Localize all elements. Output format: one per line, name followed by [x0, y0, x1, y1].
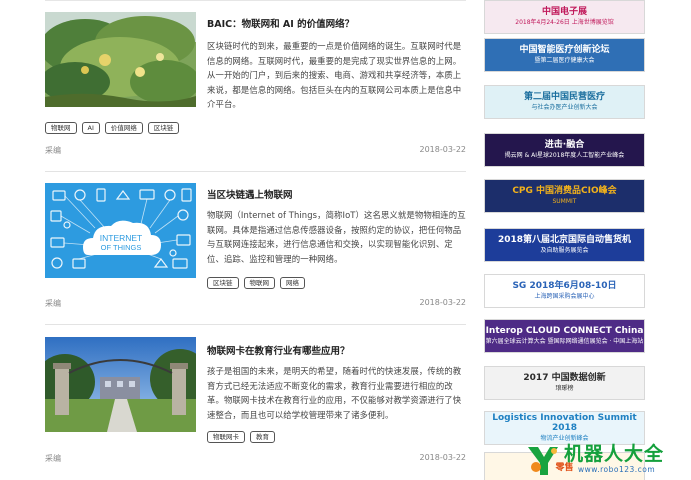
article-item: 物联网卡在教育行业有哪些应用？ 孩子是祖国的未来，是明天的希望，随着时代的快速发… — [45, 337, 466, 472]
banner-headline: SG 2018年6月08-10日 — [512, 280, 617, 291]
tag[interactable]: 区块链 — [147, 122, 180, 134]
article-feed: BAIC：物联网和 AI 的价值网络？ 区块链时代的到来，最重要的一点是价值网络… — [0, 0, 470, 480]
banner-subline: 揭云网 & AI星球2018年度人工智能产业峰会 — [504, 151, 625, 159]
banner-subline: 琅琊榜 — [555, 384, 574, 392]
banner-headline: 2017 中国数据创新 — [523, 372, 606, 383]
article-meta: 采编 2018-03-22 — [45, 145, 466, 156]
sidebar-ad-banner[interactable]: Interop CLOUD CONNECT China 第六届全球云计算大会 暨国… — [484, 319, 645, 353]
article-thumbnail-painting[interactable] — [45, 12, 196, 107]
article-thumbnail-campus[interactable] — [45, 337, 196, 432]
banner-subline: 与社会办医产业创新大会 — [531, 103, 598, 111]
banner-headline: CPG 中国消费品CIO峰会 — [512, 185, 617, 196]
article-title[interactable]: 当区块链遇上物联网 — [207, 187, 466, 201]
banner-headline: 中国智能医疗创新论坛 — [519, 44, 610, 55]
article-thumbnail-iot[interactable]: INTERNET OF THINGS — [45, 183, 196, 278]
article-item: BAIC：物联网和 AI 的价值网络？ 区块链时代的到来，最重要的一点是价值网络… — [45, 12, 466, 157]
article-date: 2018-03-22 — [419, 453, 467, 462]
article-summary: 物联网（Internet of Things，简称IoT）这名思义就是物物相连的… — [207, 210, 466, 264]
article-source: 采编 — [45, 454, 61, 463]
banner-subline: 第六届全球云计算大会 暨国际网络通信展览会 · 中国上海站 — [485, 337, 644, 345]
tag-list: 物联网 AI 价值网络 区块链 — [45, 122, 180, 134]
article-meta: 采编 2018-03-22 — [45, 298, 466, 309]
banner-headline: 进击·融合 — [544, 139, 585, 150]
article-divider — [45, 171, 466, 172]
sidebar-ad-banner[interactable]: 进击·融合 揭云网 & AI星球2018年度人工智能产业峰会 — [484, 133, 645, 167]
banner-subline: 暨第二届医疗健康大会 — [534, 56, 595, 64]
tag[interactable]: 物联网 — [45, 122, 77, 134]
site-logo[interactable]: 机器人大全 www.robo123.com — [524, 437, 691, 480]
sidebar-ad-banner[interactable]: 中国电子展 2018年4月24-26日 上海世博展览馆 — [484, 0, 645, 34]
banner-subline: SUMMIT — [552, 197, 577, 205]
sidebar-ads: 中国电子展 2018年4月24-26日 上海世博展览馆 中国智能医疗创新论坛 暨第二届… — [484, 0, 645, 480]
tag[interactable]: 网络 — [280, 277, 305, 289]
tag[interactable]: 教育 — [250, 431, 275, 443]
banner-subline: 上海跨国采购会展中心 — [534, 292, 595, 300]
article-summary: 孩子是祖国的未来，是明天的希望，随着时代的快速发展，传统的教育方式已经无法适应不… — [207, 366, 462, 420]
tag[interactable]: 物联网卡 — [207, 431, 245, 443]
iot-image-text-line1: INTERNET — [100, 233, 143, 243]
banner-headline: Logistics Innovation Summit 2018 — [492, 412, 637, 433]
logo-name: 机器人大全 — [564, 443, 665, 465]
tag-list: 物联网卡 教育 — [207, 431, 275, 443]
tag[interactable]: AI — [81, 122, 100, 134]
article-meta: 采编 2018-03-22 — [45, 453, 466, 464]
banner-headline: 2018第八届北京国际自动售货机 — [497, 234, 632, 245]
article-source: 采编 — [45, 299, 61, 308]
tag[interactable]: 价值网络 — [104, 122, 143, 134]
article-title[interactable]: BAIC：物联网和 AI 的价值网络？ — [207, 16, 466, 30]
banner-subline: 2018年4月24-26日 上海世博展览馆 — [515, 18, 614, 26]
banner-headline: 第二届中国民营医疗 — [523, 91, 605, 102]
article-item: INTERNET OF THINGS 当区块链遇上物联网 物联网（Interne… — [45, 183, 466, 313]
robot-logo-icon — [528, 446, 558, 475]
article-date: 2018-03-22 — [419, 298, 467, 307]
feed-top-divider — [45, 0, 466, 1]
banner-headline: 中国电子展 — [541, 6, 587, 17]
banner-subline: 及自助服务展览会 — [540, 246, 589, 254]
article-source: 采编 — [45, 146, 61, 155]
logo-url: www.robo123.com — [578, 465, 656, 474]
article-summary: 区块链时代的到来，最重要的一点是价值网络的诞生。互联网时代是信息的网络。互联网时… — [207, 41, 462, 110]
tag[interactable]: 区块链 — [207, 277, 239, 289]
sidebar-ad-banner[interactable]: CPG 中国消费品CIO峰会 SUMMIT — [484, 179, 645, 213]
tag[interactable]: 物联网 — [243, 277, 275, 289]
article-title[interactable]: 物联网卡在教育行业有哪些应用？ — [207, 343, 466, 357]
tag-list: 区块链 物联网 网络 — [207, 277, 305, 289]
sidebar-ad-banner[interactable]: SG 2018年6月08-10日 上海跨国采购会展中心 — [484, 274, 645, 308]
sidebar-ad-banner[interactable]: 2018第八届北京国际自动售货机 及自助服务展览会 — [484, 228, 645, 262]
iot-image-text-line2: OF THINGS — [101, 243, 142, 252]
sidebar-ad-banner[interactable]: 中国智能医疗创新论坛 暨第二届医疗健康大会 — [484, 38, 645, 72]
article-date: 2018-03-22 — [419, 145, 467, 154]
article-divider — [45, 324, 466, 325]
sidebar-ad-banner[interactable]: 2017 中国数据创新 琅琊榜 — [484, 366, 645, 400]
sidebar-ad-banner[interactable]: 第二届中国民营医疗 与社会办医产业创新大会 — [484, 85, 645, 119]
banner-headline: Interop CLOUD CONNECT China — [485, 325, 644, 336]
